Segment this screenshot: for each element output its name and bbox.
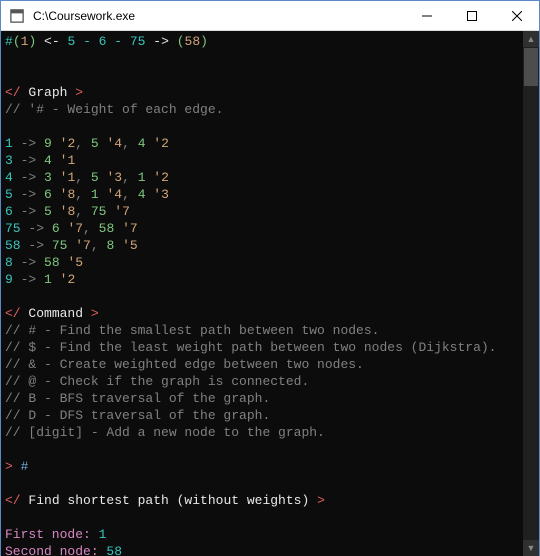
scroll-thumb[interactable] <box>524 48 538 86</box>
window-title: C:\Coursework.exe <box>33 9 135 23</box>
scrollbar[interactable]: ▲ ▼ <box>523 31 539 556</box>
app-icon <box>9 8 25 24</box>
close-button[interactable] <box>494 1 539 31</box>
minimize-button[interactable] <box>404 1 449 31</box>
titlebar: C:\Coursework.exe <box>1 1 539 31</box>
maximize-button[interactable] <box>449 1 494 31</box>
scroll-up-button[interactable]: ▲ <box>523 31 539 47</box>
scroll-down-button[interactable]: ▼ <box>523 540 539 556</box>
console-output[interactable]: #(1) <- 5 - 6 - 75 -> (58) </ Graph >// … <box>1 31 523 556</box>
client-area: #(1) <- 5 - 6 - 75 -> (58) </ Graph >// … <box>1 31 539 556</box>
